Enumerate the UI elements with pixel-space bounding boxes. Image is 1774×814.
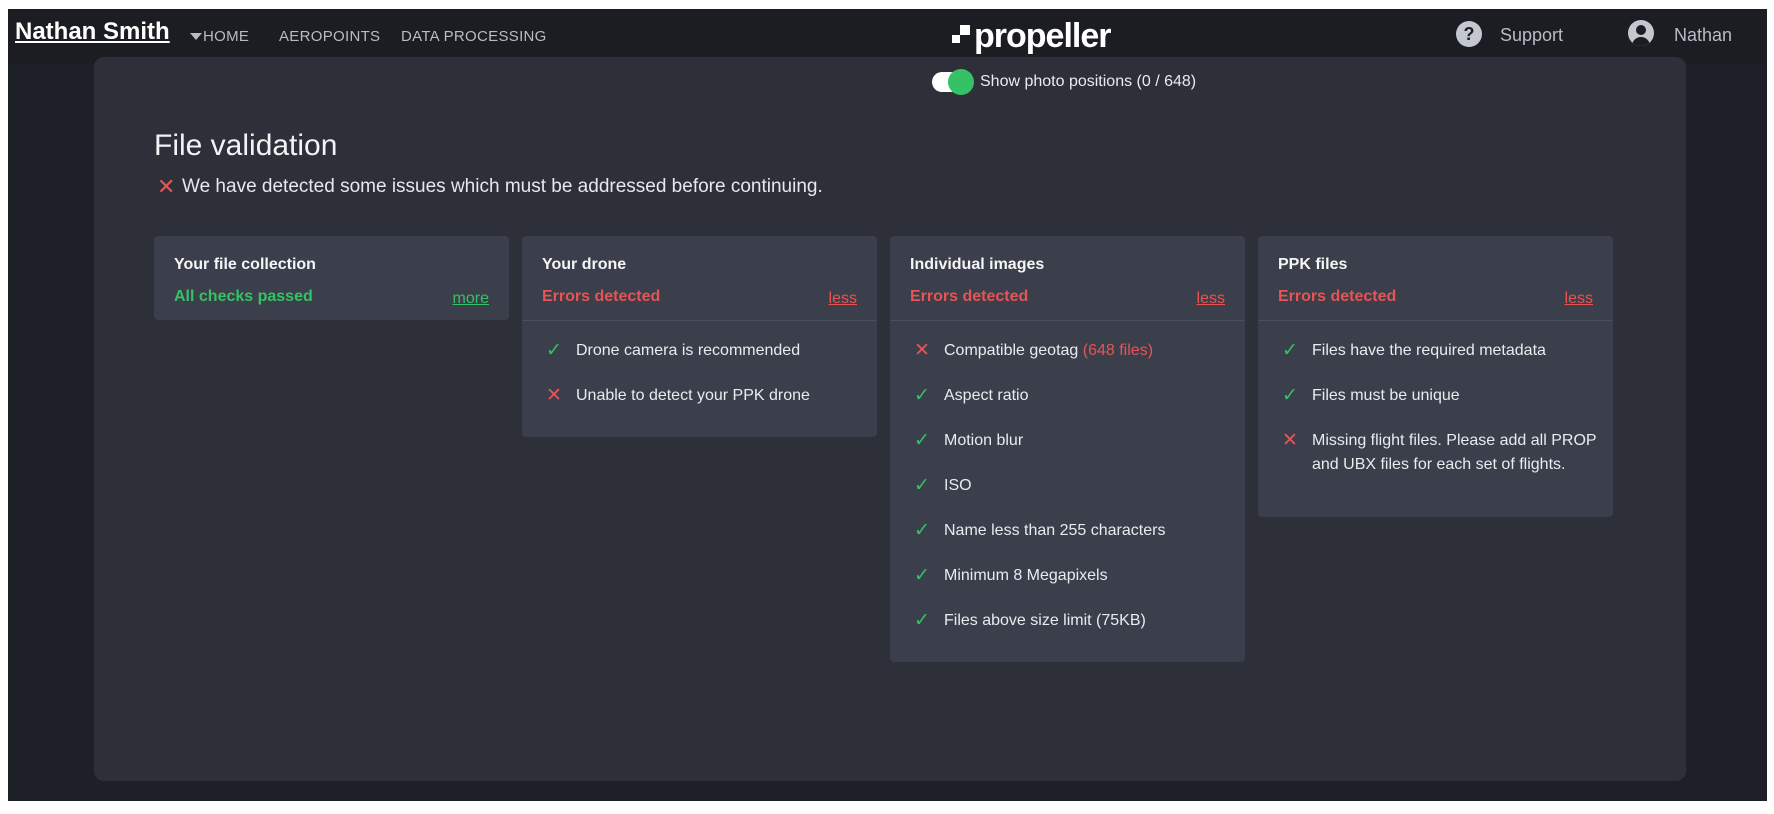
check-item: ✕ Compatible geotag (648 files) xyxy=(890,339,1245,384)
check-item: ✓ Aspect ratio xyxy=(890,384,1245,429)
card-status: All checks passed xyxy=(174,288,313,305)
cross-icon: ✕ xyxy=(157,174,176,199)
file-count: (648 files) xyxy=(1082,342,1154,359)
check-item: ✓ Minimum 8 Megapixels xyxy=(890,564,1245,609)
check-icon: ✓ xyxy=(914,565,930,586)
less-link[interactable]: less xyxy=(1197,290,1225,308)
user-menu[interactable]: Nathan Smith xyxy=(15,18,170,46)
check-item-label: Drone camera is recommended xyxy=(576,342,801,359)
card-drone: Your drone Errors detected less ✓ Drone c… xyxy=(522,236,877,437)
check-item: ✓ Files must be unique xyxy=(1258,384,1613,429)
check-icon: ✓ xyxy=(914,385,930,406)
check-item-label: Name less than 255 characters xyxy=(944,522,1166,539)
check-item-label: Missing flight files. Please add all PRO… xyxy=(1312,432,1597,473)
nav-aeropoints[interactable]: AEROPOINTS xyxy=(279,28,380,45)
check-item: ✕ Unable to detect your PPK drone xyxy=(522,384,877,429)
show-photo-positions-toggle[interactable] xyxy=(932,69,974,95)
check-item: ✓ Files have the required metadata xyxy=(1258,339,1613,384)
check-item: ✓ Drone camera is recommended xyxy=(522,339,877,384)
check-item-label: Motion blur xyxy=(944,432,1024,449)
check-item-label: Files above size limit (75KB) xyxy=(944,612,1146,629)
cross-icon: ✕ xyxy=(1282,430,1298,451)
cross-icon: ✕ xyxy=(546,385,562,406)
propeller-logo: propeller xyxy=(974,17,1111,55)
card-individual-images: Individual images Errors detected less ✕… xyxy=(890,236,1245,662)
nav-data-processing[interactable]: DATA PROCESSING xyxy=(401,28,547,45)
card-title: Individual images xyxy=(910,256,1045,273)
check-item-label: Files must be unique xyxy=(1312,387,1460,404)
nav-home[interactable]: HOME xyxy=(203,28,249,45)
check-item: ✓ Name less than 255 characters xyxy=(890,519,1245,564)
help-circle-icon[interactable]: ? xyxy=(1456,21,1482,47)
check-item-label: Unable to detect your PPK drone xyxy=(576,387,810,404)
check-item-label: Aspect ratio xyxy=(944,387,1029,404)
check-icon: ✓ xyxy=(914,520,930,541)
card-title: PPK files xyxy=(1278,256,1348,273)
account-circle-icon[interactable] xyxy=(1628,20,1654,46)
app-window: Nathan Smith HOME AEROPOINTS DATA PROCES… xyxy=(8,9,1767,801)
check-item: ✓ ISO xyxy=(890,474,1245,519)
check-icon: ✓ xyxy=(546,340,562,361)
check-item-label: ISO xyxy=(944,477,972,494)
card-title: Your file collection xyxy=(174,256,316,273)
card-file-collection: Your file collection All checks passed m… xyxy=(154,236,509,320)
check-icon: ✓ xyxy=(1282,340,1298,361)
check-icon: ✓ xyxy=(914,475,930,496)
card-title: Your drone xyxy=(542,256,627,273)
less-link[interactable]: less xyxy=(829,290,857,308)
check-item-label: Minimum 8 Megapixels xyxy=(944,567,1108,584)
propeller-logo-mark-icon xyxy=(952,25,972,47)
check-icon: ✓ xyxy=(914,430,930,451)
toggle-label: Show photo positions (0 / 648) xyxy=(980,73,1197,90)
check-icon: ✓ xyxy=(1282,385,1298,406)
cross-icon: ✕ xyxy=(914,340,930,361)
card-status: Errors detected xyxy=(542,288,661,305)
card-status: Errors detected xyxy=(1278,288,1397,305)
account-menu[interactable]: Nathan xyxy=(1674,25,1732,46)
validation-warning: We have detected some issues which must … xyxy=(182,176,823,197)
check-item: ✓ Files above size limit (75KB) xyxy=(890,609,1245,654)
validation-panel: Show photo positions (0 / 648) File vali… xyxy=(94,57,1686,781)
card-ppk-files: PPK files Errors detected less ✓ Files ha… xyxy=(1258,236,1613,517)
check-item-label: Compatible geotag xyxy=(944,342,1079,359)
check-icon: ✓ xyxy=(914,610,930,631)
top-navigation-bar: Nathan Smith HOME AEROPOINTS DATA PROCES… xyxy=(8,9,1767,64)
page-title: File validation xyxy=(154,129,338,162)
less-link[interactable]: less xyxy=(1565,290,1593,308)
chevron-down-icon[interactable] xyxy=(190,33,202,40)
support-link[interactable]: Support xyxy=(1500,25,1563,46)
card-status: Errors detected xyxy=(910,288,1029,305)
check-item-label: Files have the required metadata xyxy=(1312,342,1546,359)
check-item: ✓ Motion blur xyxy=(890,429,1245,474)
more-link[interactable]: more xyxy=(453,290,489,308)
check-item: ✕ Missing flight files. Please add all PR… xyxy=(1258,429,1613,509)
